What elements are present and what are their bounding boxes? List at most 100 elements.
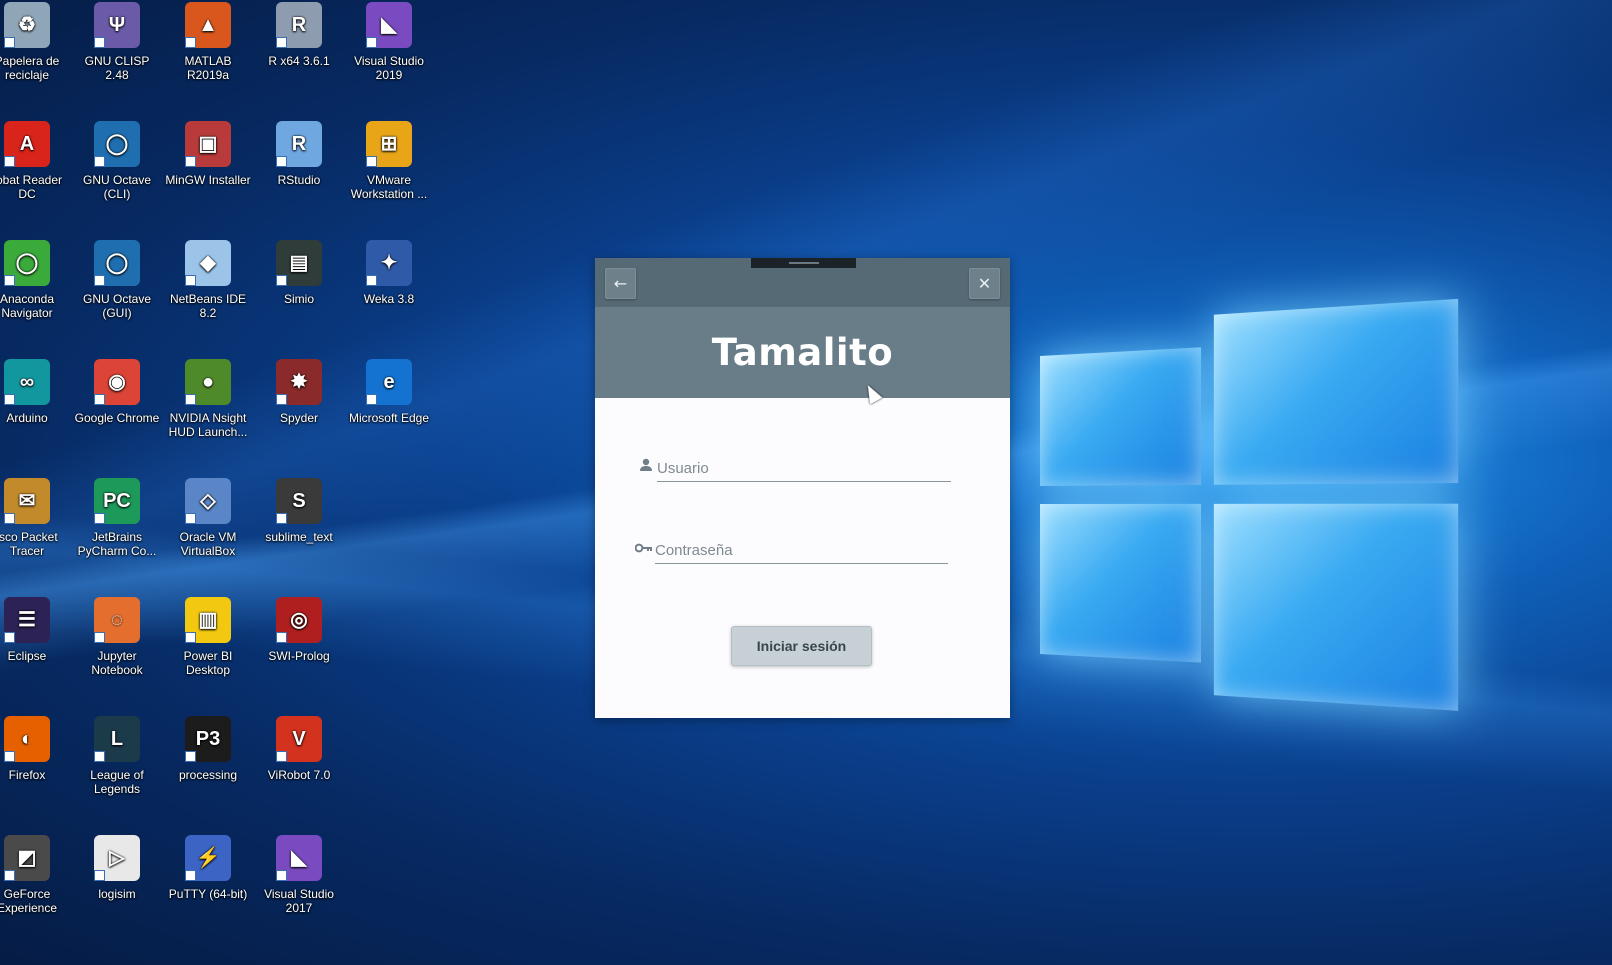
league-icon: L (94, 716, 140, 762)
desktop-shortcut-label: NetBeans IDE 8.2 (169, 292, 247, 320)
desktop-shortcut-label: Papelera de reciclaje (0, 54, 60, 82)
desktop-shortcut[interactable]: ✦ Weka 3.8 (344, 240, 434, 306)
processing-icon: P3 (185, 716, 231, 762)
desktop-shortcut[interactable]: ◯ GNU Octave (GUI) (72, 240, 162, 320)
desktop-shortcut-label: Visual Studio 2019 (354, 54, 424, 82)
login-dialog: ← ✕ Tamalito Iniciar sesión (595, 258, 1010, 718)
acrobat-icon: A (4, 121, 50, 167)
desktop-shortcut[interactable]: L League of Legends (72, 716, 162, 796)
username-input[interactable] (657, 456, 951, 482)
desktop-shortcut-label: GeForce Experience (0, 887, 58, 915)
desktop-shortcut[interactable]: ▥ Power BI Desktop (163, 597, 253, 677)
drag-handle[interactable] (751, 258, 856, 268)
desktop-shortcut[interactable]: ⊞ VMware Workstation ... (344, 121, 434, 201)
r-icon: R (276, 2, 322, 48)
spyder-icon: ✸ (276, 359, 322, 405)
anaconda-icon: ◯ (4, 240, 50, 286)
desktop-shortcut[interactable]: ◩ GeForce Experience (0, 835, 72, 915)
desktop-shortcut[interactable]: P3 processing (163, 716, 253, 782)
desktop-shortcut-label: MATLAB R2019a (184, 54, 232, 82)
desktop-shortcut-label: Google Chrome (74, 411, 160, 425)
rstudio-icon: R (276, 121, 322, 167)
eclipse-icon: ☰ (4, 597, 50, 643)
desktop-shortcut-label: NVIDIA Nsight HUD Launch... (168, 411, 248, 439)
desktop-shortcut[interactable]: ▤ Simio (254, 240, 344, 306)
close-button[interactable]: ✕ (969, 268, 1000, 299)
desktop-shortcut-label: League of Legends (90, 768, 144, 796)
desktop-shortcut-label: GNU Octave (CLI) (82, 173, 151, 201)
key-icon (633, 542, 655, 564)
edge-icon: e (366, 359, 412, 405)
desktop-shortcut[interactable]: ◯ GNU Octave (CLI) (72, 121, 162, 201)
desktop-shortcut[interactable]: Ψ GNU CLISP 2.48 (72, 2, 162, 82)
desktop-shortcut[interactable]: ◆ NetBeans IDE 8.2 (163, 240, 253, 320)
desktop-shortcut[interactable]: ▣ MinGW Installer (163, 121, 253, 187)
windows-logo-wallpaper (1040, 287, 1468, 726)
desktop-shortcut-label: Spyder (279, 411, 319, 425)
powerbi-icon: ▥ (185, 597, 231, 643)
mingw-icon: ▣ (185, 121, 231, 167)
desktop-shortcut-label: Microsoft Edge (348, 411, 430, 425)
desktop-shortcut[interactable]: R RStudio (254, 121, 344, 187)
desktop-shortcut[interactable]: V ViRobot 7.0 (254, 716, 344, 782)
nvidia-nsight-icon: ● (185, 359, 231, 405)
login-button[interactable]: Iniciar sesión (731, 626, 872, 666)
desktop-shortcut[interactable]: ◣ Visual Studio 2017 (254, 835, 344, 915)
desktop-shortcut[interactable]: ● NVIDIA Nsight HUD Launch... (163, 359, 253, 439)
desktop-shortcut[interactable]: ◌ Jupyter Notebook (72, 597, 162, 677)
desktop-shortcut[interactable]: ▷ logisim (72, 835, 162, 901)
dialog-titlebar[interactable]: ← ✕ (595, 258, 1010, 307)
pycharm-icon: PC (94, 478, 140, 524)
packet-tracer-icon: ✉ (4, 478, 50, 524)
desktop-shortcut[interactable]: ✉ isco Packet Tracer (0, 478, 72, 558)
weka-icon: ✦ (366, 240, 412, 286)
desktop-shortcut-label: SWI-Prolog (268, 649, 330, 663)
user-icon (635, 458, 657, 482)
desktop-shortcut[interactable]: Arobat Reader DC (0, 121, 72, 201)
virobot-icon: V (276, 716, 322, 762)
desktop-shortcut-label: logisim (98, 887, 136, 901)
desktop-shortcut[interactable]: ◇ Oracle VM VirtualBox (163, 478, 253, 558)
desktop-shortcut[interactable]: Ssublime_text (254, 478, 344, 544)
desktop-shortcut-label: Firefox (8, 768, 46, 782)
chrome-icon: ◉ (94, 359, 140, 405)
desktop-shortcut-label: sublime_text (265, 530, 333, 544)
desktop-shortcut-label: JetBrains PyCharm Co... (77, 530, 157, 558)
password-input[interactable] (655, 538, 948, 564)
desktop-shortcut-label: RStudio (277, 173, 321, 187)
desktop-shortcut[interactable]: ∞ Arduino (0, 359, 72, 425)
desktop-shortcut-label: processing (178, 768, 238, 782)
desktop-shortcut[interactable]: ◯ Anaconda Navigator (0, 240, 72, 320)
desktop-shortcut[interactable]: ◣ Visual Studio 2019 (344, 2, 434, 82)
desktop-shortcut-label: Eclipse (7, 649, 47, 663)
desktop-shortcut-label: Power BI Desktop (183, 649, 233, 677)
desktop-shortcut[interactable]: ◐ Firefox (0, 716, 72, 782)
desktop-shortcut-label: Arduino (6, 411, 48, 425)
desktop-shortcut[interactable]: ☰ Eclipse (0, 597, 72, 663)
logisim-icon: ▷ (94, 835, 140, 881)
desktop-shortcut-label: isco Packet Tracer (0, 530, 58, 558)
desktop-shortcut[interactable]: ◎ SWI-Prolog (254, 597, 344, 663)
desktop-shortcut[interactable]: ◉ Google Chrome (72, 359, 162, 425)
visual-studio-2017-icon: ◣ (276, 835, 322, 881)
close-icon: ✕ (977, 274, 992, 293)
desktop-shortcut[interactable]: ▲ MATLAB R2019a (163, 2, 253, 82)
vmware-icon: ⊞ (366, 121, 412, 167)
desktop-shortcut[interactable]: ♻ Papelera de reciclaje (0, 2, 72, 82)
desktop-shortcut-label: VMware Workstation ... (350, 173, 428, 201)
desktop-shortcut[interactable]: ✸ Spyder (254, 359, 344, 425)
back-button[interactable]: ← (605, 268, 636, 299)
desktop-shortcut[interactable]: ⚡ PuTTY (64-bit) (163, 835, 253, 901)
desktop-shortcut[interactable]: R R x64 3.6.1 (254, 2, 344, 68)
desktop-shortcut[interactable]: PC JetBrains PyCharm Co... (72, 478, 162, 558)
desktop-shortcut[interactable]: e Microsoft Edge (344, 359, 434, 425)
username-field (635, 456, 951, 482)
octave-gui-icon: ◯ (94, 240, 140, 286)
recycle-bin-icon: ♻ (4, 2, 50, 48)
virtualbox-icon: ◇ (185, 478, 231, 524)
netbeans-icon: ◆ (185, 240, 231, 286)
firefox-icon: ◐ (4, 716, 50, 762)
password-field (633, 538, 948, 564)
desktop-shortcut-label: R x64 3.6.1 (268, 54, 330, 68)
sublime-icon: S (276, 478, 322, 524)
